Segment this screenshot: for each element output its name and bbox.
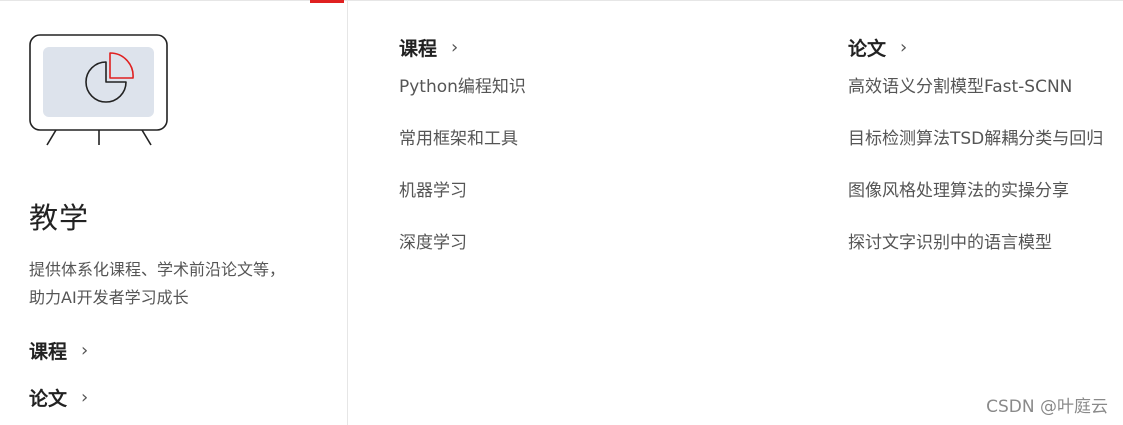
chevron-right-icon: › <box>81 340 89 361</box>
link-papers-label: 论文 <box>29 388 68 410</box>
papers-column: 论文 › 高效语义分割模型Fast-SCNN 目标检测算法TSD解耦分类与回归 … <box>848 33 1103 281</box>
papers-heading-label: 论文 <box>848 37 887 60</box>
chevron-right-icon: › <box>900 36 908 58</box>
section-title: 教学 <box>29 201 90 235</box>
link-courses-label: 课程 <box>29 341 68 363</box>
list-item-paper[interactable]: 目标检测算法TSD解耦分类与回归 <box>848 125 1103 177</box>
papers-list: 高效语义分割模型Fast-SCNN 目标检测算法TSD解耦分类与回归 图像风格处… <box>848 73 1103 281</box>
chevron-right-icon: › <box>451 36 459 58</box>
presentation-board-pie-chart-icon <box>28 33 170 151</box>
courses-heading[interactable]: 课程 › <box>399 33 526 61</box>
dropdown-panel: 教学 提供体系化课程、学术前沿论文等，助力AI开发者学习成长 课程 › 论文 ›… <box>0 0 1123 425</box>
section-overview: 教学 提供体系化课程、学术前沿论文等，助力AI开发者学习成长 课程 › 论文 › <box>0 1 348 425</box>
section-description: 提供体系化课程、学术前沿论文等，助力AI开发者学习成长 <box>29 260 286 307</box>
link-papers[interactable]: 论文 › <box>29 384 88 411</box>
list-item-course[interactable]: 常用框架和工具 <box>399 125 526 177</box>
courses-column: 课程 › Python编程知识 常用框架和工具 机器学习 深度学习 <box>399 33 526 281</box>
list-item-course[interactable]: 深度学习 <box>399 229 526 281</box>
list-item-course[interactable]: 机器学习 <box>399 177 526 229</box>
link-courses[interactable]: 课程 › <box>29 337 88 364</box>
courses-list: Python编程知识 常用框架和工具 机器学习 深度学习 <box>399 73 526 281</box>
list-item-paper[interactable]: 图像风格处理算法的实操分享 <box>848 177 1103 229</box>
list-item-course[interactable]: Python编程知识 <box>399 73 526 125</box>
courses-heading-label: 课程 <box>399 37 438 60</box>
list-item-paper[interactable]: 探讨文字识别中的语言模型 <box>848 229 1103 281</box>
list-item-paper[interactable]: 高效语义分割模型Fast-SCNN <box>848 73 1103 125</box>
chevron-right-icon: › <box>81 387 89 408</box>
papers-heading[interactable]: 论文 › <box>848 33 1103 61</box>
watermark: CSDN @叶庭云 <box>986 397 1108 417</box>
